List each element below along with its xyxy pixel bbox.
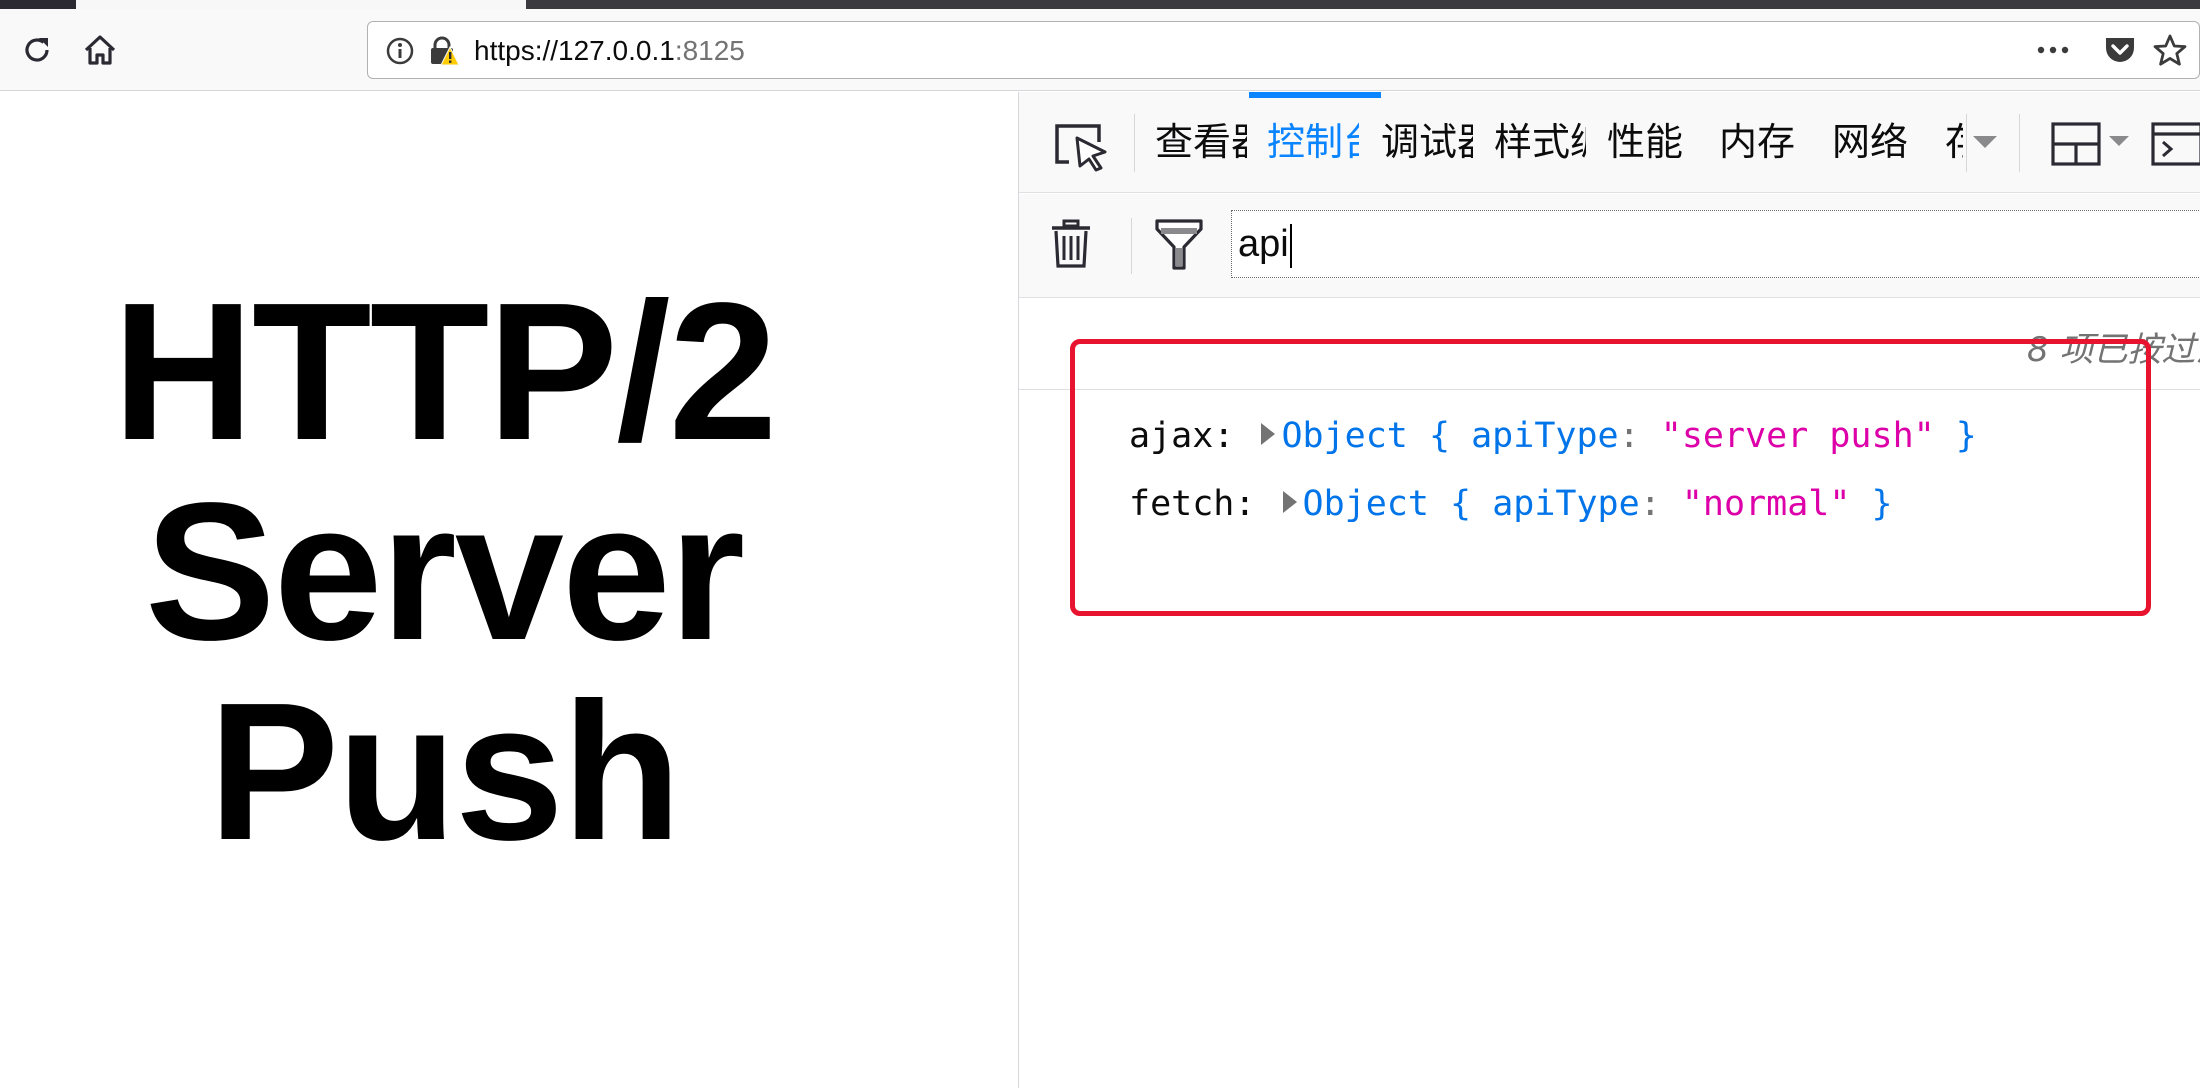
pocket-icon[interactable] bbox=[2104, 35, 2136, 65]
element-picker-icon[interactable] bbox=[1049, 116, 1111, 172]
tab-style-editor[interactable]: 样式编辑器 bbox=[1494, 120, 1586, 164]
filtered-messages-bar: 8 项已按过滤 bbox=[1019, 298, 2200, 390]
tab-overflow-separator bbox=[1966, 114, 1967, 172]
prop-name: apiType bbox=[1492, 484, 1640, 524]
lock-warning-icon[interactable] bbox=[428, 35, 460, 67]
string-value: "server push" bbox=[1660, 416, 1935, 456]
tab-storage[interactable]: 存储 bbox=[1945, 120, 1963, 164]
navigation-toolbar: https://127.0.0.1:8125 bbox=[0, 9, 2200, 91]
filter-text: api bbox=[1238, 223, 1289, 265]
tab-debugger[interactable]: 调试器 bbox=[1381, 120, 1473, 164]
console-filter-bar: api bbox=[1019, 194, 2200, 298]
selected-tab-indicator bbox=[1249, 92, 1381, 98]
hidden-messages-count: 8 项已按过滤 bbox=[2027, 330, 2200, 370]
headline-line-2: Server bbox=[144, 462, 745, 681]
url-host: https://127.0.0.1 bbox=[474, 35, 675, 66]
object-label[interactable]: Object bbox=[1303, 484, 1429, 524]
expand-triangle-icon[interactable] bbox=[1259, 421, 1277, 447]
log-row-fetch[interactable]: fetch: Object { apiType: "normal" } bbox=[1129, 474, 1893, 534]
url-text[interactable]: https://127.0.0.1:8125 bbox=[474, 35, 745, 67]
chevron-down-icon[interactable] bbox=[1969, 132, 2001, 152]
active-tab-edge[interactable] bbox=[76, 0, 526, 9]
open-brace: { bbox=[1428, 416, 1451, 456]
tab-inspector[interactable]: 查看器 bbox=[1155, 120, 1247, 164]
tab-network[interactable]: 网络 bbox=[1832, 120, 1916, 164]
tab-console[interactable]: 控制台 bbox=[1267, 120, 1359, 164]
console-output: ajax: Object { apiType: "server push" } … bbox=[1019, 390, 2200, 790]
tab-strip-left bbox=[0, 0, 76, 9]
info-icon[interactable] bbox=[386, 37, 414, 65]
headline-line-1: HTTP/2 bbox=[112, 262, 777, 481]
page-headline: HTTP/2 Server Push bbox=[0, 272, 888, 872]
devtools-tab-bar: 查看器 控制台 调试器 样式编辑器 性能 内存 网络 存储 bbox=[1019, 92, 2200, 193]
url-port: :8125 bbox=[674, 35, 745, 66]
string-value: "normal" bbox=[1681, 484, 1851, 524]
home-button[interactable] bbox=[77, 27, 123, 73]
headline-line-3: Push bbox=[208, 662, 681, 881]
page-viewport: HTTP/2 Server Push bbox=[0, 92, 1018, 1088]
layout-dock-icon[interactable] bbox=[2049, 120, 2139, 168]
tab-strip bbox=[0, 0, 2200, 9]
devtools-panel: 查看器 控制台 调试器 样式编辑器 性能 内存 网络 存储 bbox=[1018, 92, 2200, 1088]
close-brace: } bbox=[1955, 416, 1977, 456]
close-brace: } bbox=[1871, 484, 1893, 524]
split-console-icon[interactable] bbox=[2149, 120, 2200, 168]
prop-colon: : bbox=[1639, 484, 1661, 524]
filter-funnel-icon[interactable] bbox=[1153, 216, 1205, 274]
log-key: fetch: bbox=[1129, 484, 1256, 524]
home-icon bbox=[84, 35, 116, 65]
prop-name: apiType bbox=[1471, 416, 1619, 456]
page-actions-icon[interactable] bbox=[2036, 38, 2070, 62]
console-filter-input[interactable]: api bbox=[1231, 210, 2200, 278]
log-key: ajax: bbox=[1129, 416, 1235, 456]
object-label[interactable]: Object bbox=[1281, 416, 1407, 456]
trash-icon[interactable] bbox=[1049, 218, 1093, 270]
log-row-ajax[interactable]: ajax: Object { apiType: "server push" } bbox=[1129, 406, 1977, 466]
reload-button[interactable] bbox=[14, 27, 60, 73]
prop-colon: : bbox=[1618, 416, 1640, 456]
open-brace: { bbox=[1450, 484, 1472, 524]
toolbar-separator bbox=[2019, 114, 2020, 172]
url-bar[interactable]: https://127.0.0.1:8125 bbox=[367, 21, 2200, 79]
text-caret bbox=[1289, 223, 1292, 268]
tab-memory[interactable]: 内存 bbox=[1719, 120, 1803, 164]
tab-separator bbox=[1134, 114, 1135, 172]
bookmark-star-icon[interactable] bbox=[2152, 33, 2188, 69]
tab-strip-right bbox=[526, 0, 2200, 9]
expand-triangle-icon[interactable] bbox=[1281, 489, 1299, 515]
tab-performance[interactable]: 性能 bbox=[1607, 120, 1691, 164]
filter-bar-separator bbox=[1131, 218, 1132, 274]
reload-icon bbox=[25, 38, 49, 62]
